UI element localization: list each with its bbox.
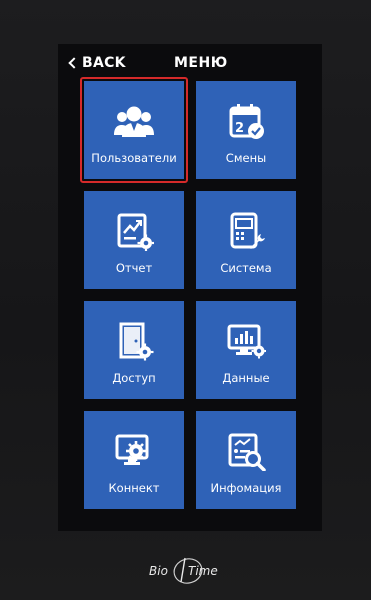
menu-tile-users[interactable]: Пользователи [84,81,184,179]
menu-tile-label: Коннект [108,481,160,495]
back-label: BACK [82,55,126,71]
menu-tile-label: Доступ [112,371,156,385]
biotime-logo: Bio Time [149,557,218,584]
svg-text:Bio: Bio [149,564,168,578]
menu-tile-label: Смены [225,151,267,165]
monitor-gear-icon [115,434,149,465]
monitor-chart-gear-icon [227,324,266,359]
menu-tile-connect[interactable]: Коннект [84,411,184,509]
menu-tile-label: Пользователи [91,151,177,165]
menu-tile-access[interactable]: Доступ [84,301,184,399]
device-wrench-icon [230,212,265,249]
menu-tile-label: Данные [222,371,270,385]
document-search-icon [228,433,266,471]
page-title: МЕНЮ [174,55,228,71]
door-gear-icon [119,322,154,361]
menu-tile-data[interactable]: Данные [196,301,296,399]
report-chart-icon [117,213,154,251]
back-button[interactable]: BACK [68,52,126,74]
calendar-check-icon: 2 [229,104,264,139]
users-icon [114,106,154,137]
menu-tile-shifts[interactable]: 2 Смены [196,81,296,179]
top-bar: BACK МЕНЮ [58,52,322,74]
chevron-left-icon [68,57,80,69]
menu-tile-label: Инфомация [210,481,282,495]
menu-tile-info[interactable]: Инфомация [196,411,296,509]
menu-tile-system[interactable]: Система [196,191,296,289]
svg-text:2: 2 [235,121,244,136]
menu-tile-label: Система [220,261,272,275]
svg-text:Time: Time [188,564,218,578]
device-bezel: BACK МЕНЮ Пользователи 2 Смены Отчет Сис… [0,0,371,600]
device-screen: BACK МЕНЮ Пользователи 2 Смены Отчет Сис… [58,44,322,531]
menu-tile-report[interactable]: Отчет [84,191,184,289]
menu-tile-label: Отчет [115,261,153,275]
